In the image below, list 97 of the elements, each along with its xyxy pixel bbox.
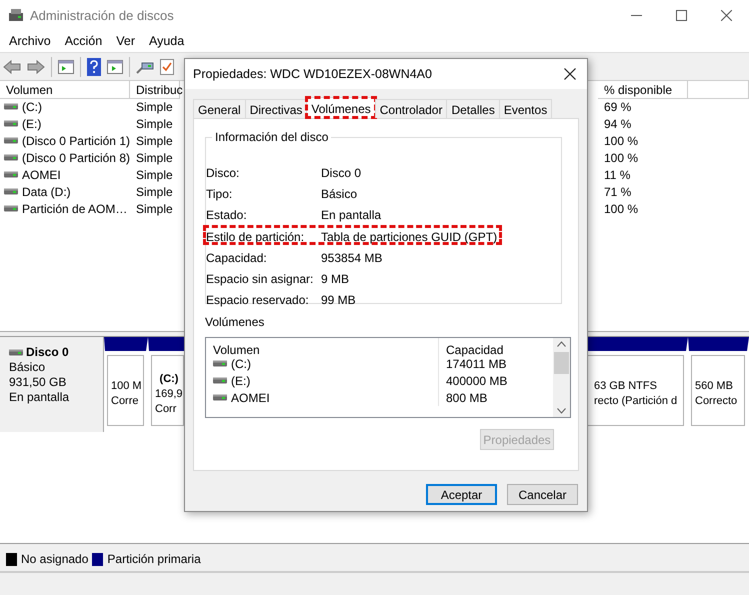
partition-text: 100 M: [111, 380, 143, 392]
close-icon[interactable]: [564, 68, 576, 80]
table-cell-text: Simple: [135, 132, 174, 149]
field-label: Espacio sin asignar:: [206, 272, 314, 286]
scroll-down-icon[interactable]: [557, 408, 566, 414]
table-cell-text: Simple: [135, 116, 174, 132]
column-header[interactable]: Volumen: [0, 81, 130, 99]
table-cell-text: Simple: [135, 200, 174, 217]
window-title: Administración de discos: [30, 8, 174, 22]
field-label: Disco:: [206, 166, 240, 180]
field-label: Capacidad:: [206, 250, 268, 265]
dialog-title: Propiedades: WDC WD10EZEX-08WN4A0: [193, 67, 432, 81]
field-value: Disco 0: [321, 166, 362, 180]
volume-name: (E:): [22, 116, 42, 130]
table-cell-text: 100 %: [603, 132, 640, 149]
drive-icon: [4, 205, 18, 212]
partition-text: Corr: [155, 402, 178, 414]
partition-text: 560 MB: [695, 380, 734, 392]
scrollbar-thumb[interactable]: [554, 352, 569, 374]
scrollbar[interactable]: [553, 338, 570, 417]
partition-text: 63 GB NTFS: [594, 380, 658, 392]
panel-icon[interactable]: [58, 60, 74, 74]
column-header[interactable]: Distribuc: [130, 81, 180, 99]
drive-icon: [9, 348, 23, 356]
column-header[interactable]: % disponible: [598, 81, 688, 99]
forward-arrow-icon[interactable]: [27, 58, 45, 74]
table-cell-text: 100 %: [603, 200, 640, 217]
tab[interactable]: Controlador: [374, 99, 448, 118]
volume-name: Partición de AOM…: [22, 202, 128, 216]
field-label: Estilo de partición:: [206, 230, 306, 244]
partition-text: 169,9: [155, 388, 183, 400]
drive-icon: [4, 154, 18, 161]
table-cell-text: 100 %: [603, 150, 640, 166]
partition-text: Correcto: [695, 395, 738, 407]
scroll-up-icon[interactable]: [557, 341, 566, 347]
table-cell-text: Simple: [135, 184, 174, 200]
disk-management-icon: [8, 8, 24, 22]
disk-name: Disco 0: [26, 345, 69, 359]
drive-icon: [213, 360, 227, 367]
drive-icon: [4, 103, 18, 110]
drive-icon: [4, 188, 18, 195]
table-cell-text: Simple: [135, 166, 174, 183]
table-cell-text: 11 %: [603, 166, 632, 183]
menu-item[interactable]: Acción: [60, 34, 108, 48]
field-value: En pantalla: [321, 208, 382, 222]
volume-list[interactable]: Volumen Capacidad (C:) 174011 MB (E:) 400000 MB AOMEI 800 MB: [205, 337, 571, 418]
group-title: Información del disco: [212, 130, 332, 144]
checklist-icon[interactable]: [160, 58, 174, 74]
legend-label: Partición primaria: [107, 552, 201, 566]
menu-item[interactable]: Ayuda: [144, 34, 190, 48]
volume-name: (E:): [231, 374, 250, 388]
volume-name: AOMEI: [22, 168, 61, 182]
field-value: Básico: [321, 186, 358, 201]
back-arrow-icon[interactable]: [3, 58, 21, 74]
disk-status: En pantalla: [9, 390, 70, 404]
legend-label: No asignado: [21, 552, 88, 566]
disk-type: Básico: [9, 360, 46, 374]
connect-icon[interactable]: [136, 60, 154, 74]
help-icon[interactable]: [87, 58, 101, 76]
tab[interactable]: Volúmenes: [306, 97, 376, 118]
disk-size: 931,50 GB: [9, 375, 68, 389]
field-value: Tabla de particiones GUID (GPT): [321, 230, 498, 244]
drive-icon: [213, 394, 227, 401]
partition-text: recto (Partición d: [594, 395, 678, 407]
volume-name: (Disco 0 Partición 8): [22, 150, 130, 164]
maximize-icon[interactable]: [676, 10, 687, 20]
drive-icon: [4, 137, 18, 144]
close-icon[interactable]: [721, 10, 732, 20]
menu-item[interactable]: Ver: [111, 34, 140, 48]
field-value: 9 MB: [321, 272, 350, 286]
table-cell-text: 69 %: [603, 98, 632, 115]
volume-name: (C:): [22, 100, 42, 114]
section-label: Volúmenes: [205, 315, 266, 329]
tab[interactable]: General: [193, 99, 246, 118]
field-label: Estado:: [206, 208, 248, 222]
volume-name: Data (D:): [22, 184, 71, 198]
drive-icon: [4, 120, 18, 127]
cancel-button[interactable]: Cancelar: [507, 484, 578, 505]
field-label: Tipo:: [206, 186, 234, 201]
ok-button[interactable]: Aceptar: [426, 484, 497, 505]
tab[interactable]: Eventos: [498, 99, 552, 118]
volume-name: (Disco 0 Partición 1): [22, 134, 130, 148]
volume-name: AOMEI: [231, 390, 270, 404]
table-cell-text: 94 %: [603, 116, 632, 132]
drive-icon: [213, 377, 227, 384]
menu-item[interactable]: Archivo: [4, 34, 56, 48]
field-label: Espacio reservado:: [206, 293, 310, 308]
drive-icon: [4, 171, 18, 178]
volume-name: (C:): [231, 356, 251, 370]
table-cell-text: Simple: [135, 150, 174, 166]
partition-label: (C:): [160, 372, 178, 384]
field-value: 99 MB: [321, 293, 356, 308]
field-value: 953854 MB: [321, 250, 382, 265]
table-cell-text: Simple: [135, 98, 174, 115]
table-cell-text: 71 %: [603, 184, 632, 200]
partition-text: Corre: [111, 395, 140, 407]
panel-icon[interactable]: [107, 60, 123, 74]
